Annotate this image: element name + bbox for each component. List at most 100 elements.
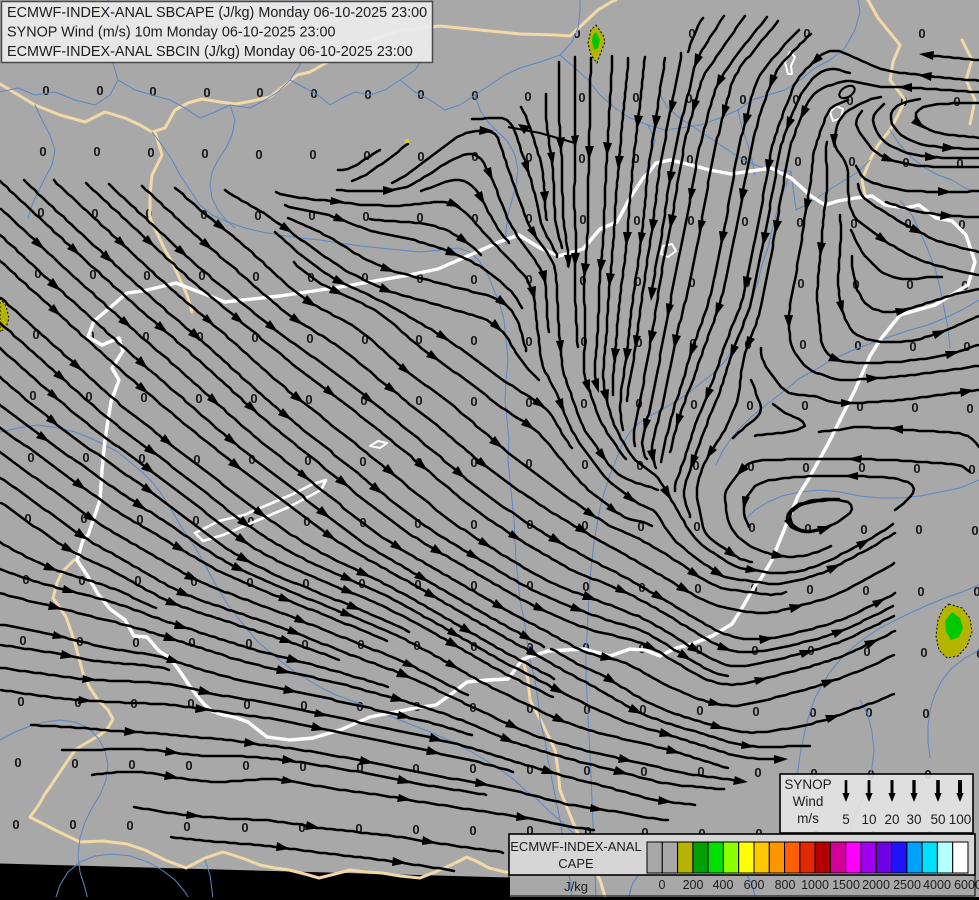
- svg-text:0: 0: [242, 758, 249, 773]
- svg-text:0: 0: [690, 397, 697, 412]
- svg-text:0: 0: [128, 757, 135, 772]
- svg-text:0: 0: [78, 573, 85, 588]
- svg-text:SYNOP: SYNOP: [784, 777, 831, 792]
- svg-text:0: 0: [856, 399, 863, 414]
- svg-text:600: 600: [744, 878, 765, 892]
- svg-text:0: 0: [412, 822, 419, 837]
- svg-text:0: 0: [693, 519, 700, 534]
- svg-text:0: 0: [39, 144, 46, 159]
- svg-text:0: 0: [412, 761, 419, 776]
- svg-text:0: 0: [754, 765, 761, 780]
- svg-text:0: 0: [953, 94, 960, 109]
- svg-text:0: 0: [203, 85, 210, 100]
- svg-text:100: 100: [949, 812, 972, 827]
- svg-text:0: 0: [806, 582, 813, 597]
- svg-text:0: 0: [911, 400, 918, 415]
- svg-text:0: 0: [971, 523, 978, 538]
- svg-text:0: 0: [301, 637, 308, 652]
- svg-text:2500: 2500: [893, 878, 921, 892]
- svg-text:0: 0: [255, 147, 262, 162]
- svg-text:CAPE: CAPE: [558, 856, 594, 871]
- svg-text:0: 0: [417, 87, 424, 102]
- svg-text:0: 0: [469, 761, 476, 776]
- svg-text:0: 0: [659, 878, 666, 892]
- svg-text:0: 0: [804, 521, 811, 536]
- svg-text:2000: 2000: [862, 878, 890, 892]
- svg-text:0: 0: [309, 147, 316, 162]
- svg-text:30: 30: [906, 812, 921, 827]
- svg-text:0: 0: [469, 823, 476, 838]
- svg-text:0: 0: [147, 145, 154, 160]
- svg-text:0: 0: [17, 694, 24, 709]
- svg-text:0: 0: [415, 393, 422, 408]
- svg-text:0: 0: [799, 337, 806, 352]
- svg-text:ECMWF-INDEX-ANAL SBCIN (J/kg): ECMWF-INDEX-ANAL SBCIN (J/kg) Monday 06-…: [7, 44, 413, 60]
- svg-text:0: 0: [201, 146, 208, 161]
- svg-text:0: 0: [362, 209, 369, 224]
- svg-text:0: 0: [632, 90, 639, 105]
- svg-text:0: 0: [966, 401, 973, 416]
- svg-text:0: 0: [741, 214, 748, 229]
- svg-text:0: 0: [241, 820, 248, 835]
- svg-text:0: 0: [470, 272, 477, 287]
- svg-text:0: 0: [918, 26, 925, 41]
- svg-text:m/s: m/s: [797, 811, 819, 826]
- svg-text:0: 0: [126, 818, 133, 833]
- svg-text:0: 0: [306, 331, 313, 346]
- svg-text:0: 0: [252, 269, 259, 284]
- svg-text:SYNOP Wind (m/s) 10m Monday 06: SYNOP Wind (m/s) 10m Monday 06-10-2025 2…: [7, 25, 335, 41]
- svg-text:J/kg: J/kg: [564, 879, 588, 894]
- svg-text:0: 0: [96, 83, 103, 98]
- svg-text:0: 0: [42, 83, 49, 98]
- svg-text:4000: 4000: [923, 878, 951, 892]
- svg-text:0: 0: [82, 450, 89, 465]
- svg-text:0: 0: [12, 817, 19, 832]
- svg-text:0: 0: [470, 394, 477, 409]
- svg-text:6000: 6000: [954, 878, 979, 892]
- svg-text:0: 0: [802, 460, 809, 475]
- svg-text:0: 0: [746, 398, 753, 413]
- svg-text:0: 0: [470, 517, 477, 532]
- svg-text:0: 0: [71, 756, 78, 771]
- svg-text:1500: 1500: [832, 878, 860, 892]
- svg-text:0: 0: [581, 457, 588, 472]
- svg-text:0: 0: [968, 462, 975, 477]
- svg-text:0: 0: [29, 388, 36, 403]
- svg-text:0: 0: [633, 213, 640, 228]
- svg-text:0: 0: [809, 705, 816, 720]
- svg-text:0: 0: [310, 86, 317, 101]
- svg-text:0: 0: [298, 820, 305, 835]
- svg-text:1000: 1000: [801, 878, 829, 892]
- svg-text:0: 0: [524, 89, 531, 104]
- svg-text:0: 0: [188, 635, 195, 650]
- svg-text:0: 0: [694, 581, 701, 596]
- svg-text:0: 0: [149, 84, 156, 99]
- svg-text:0: 0: [848, 154, 855, 169]
- svg-text:200: 200: [683, 878, 704, 892]
- svg-text:0: 0: [854, 338, 861, 353]
- svg-text:0: 0: [862, 583, 869, 598]
- svg-text:800: 800: [775, 878, 796, 892]
- svg-text:0: 0: [69, 817, 76, 832]
- svg-text:0: 0: [195, 391, 202, 406]
- svg-text:0: 0: [797, 276, 804, 291]
- svg-text:0: 0: [579, 212, 586, 227]
- svg-text:0: 0: [470, 333, 477, 348]
- svg-text:Wind: Wind: [793, 794, 824, 809]
- svg-text:0: 0: [14, 755, 21, 770]
- svg-text:400: 400: [713, 878, 734, 892]
- svg-text:20: 20: [884, 812, 899, 827]
- svg-text:0: 0: [578, 90, 585, 105]
- svg-text:0: 0: [19, 633, 26, 648]
- svg-text:0: 0: [580, 396, 587, 411]
- svg-text:0: 0: [860, 522, 867, 537]
- svg-text:0: 0: [183, 819, 190, 834]
- svg-text:0: 0: [920, 645, 927, 660]
- svg-text:0: 0: [915, 522, 922, 537]
- svg-text:0: 0: [801, 398, 808, 413]
- svg-text:0: 0: [185, 758, 192, 773]
- svg-text:0: 0: [917, 584, 924, 599]
- svg-text:0: 0: [93, 144, 100, 159]
- svg-text:0: 0: [696, 703, 703, 718]
- svg-text:0: 0: [578, 151, 585, 166]
